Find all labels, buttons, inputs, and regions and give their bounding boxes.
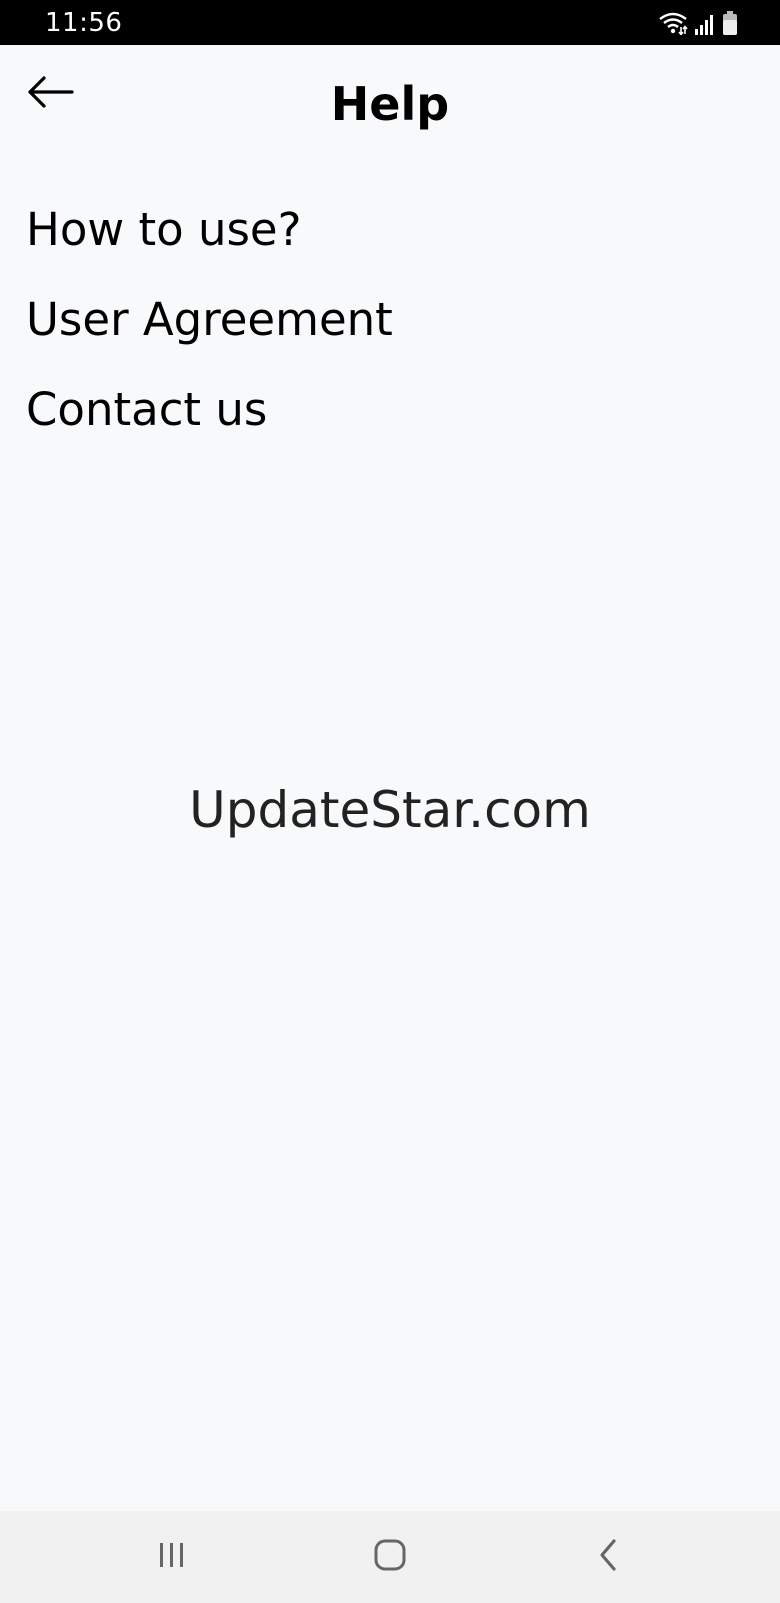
help-menu-list: How to use? User Agreement Contact us [26, 185, 756, 455]
recents-icon [157, 1541, 187, 1573]
brand-watermark: UpdateStar.com [189, 781, 591, 839]
home-button[interactable] [355, 1529, 425, 1585]
header: Help [0, 45, 780, 165]
system-nav-bar [0, 1511, 780, 1603]
system-back-button[interactable] [573, 1529, 643, 1585]
home-icon [373, 1538, 407, 1576]
status-time: 11:56 [45, 8, 123, 38]
battery-icon [722, 11, 738, 35]
signal-icon [694, 13, 716, 35]
menu-item-how-to-use[interactable]: How to use? [26, 185, 756, 275]
status-icons [658, 9, 738, 35]
help-screen: Help How to use? User Agreement Contact … [0, 45, 780, 1511]
recents-button[interactable] [137, 1529, 207, 1585]
wifi-icon [658, 11, 688, 35]
status-bar: 11:56 [0, 0, 780, 45]
back-icon [596, 1538, 620, 1576]
page-title: Help [330, 77, 450, 131]
menu-item-user-agreement[interactable]: User Agreement [26, 275, 756, 365]
menu-item-contact-us[interactable]: Contact us [26, 365, 756, 455]
